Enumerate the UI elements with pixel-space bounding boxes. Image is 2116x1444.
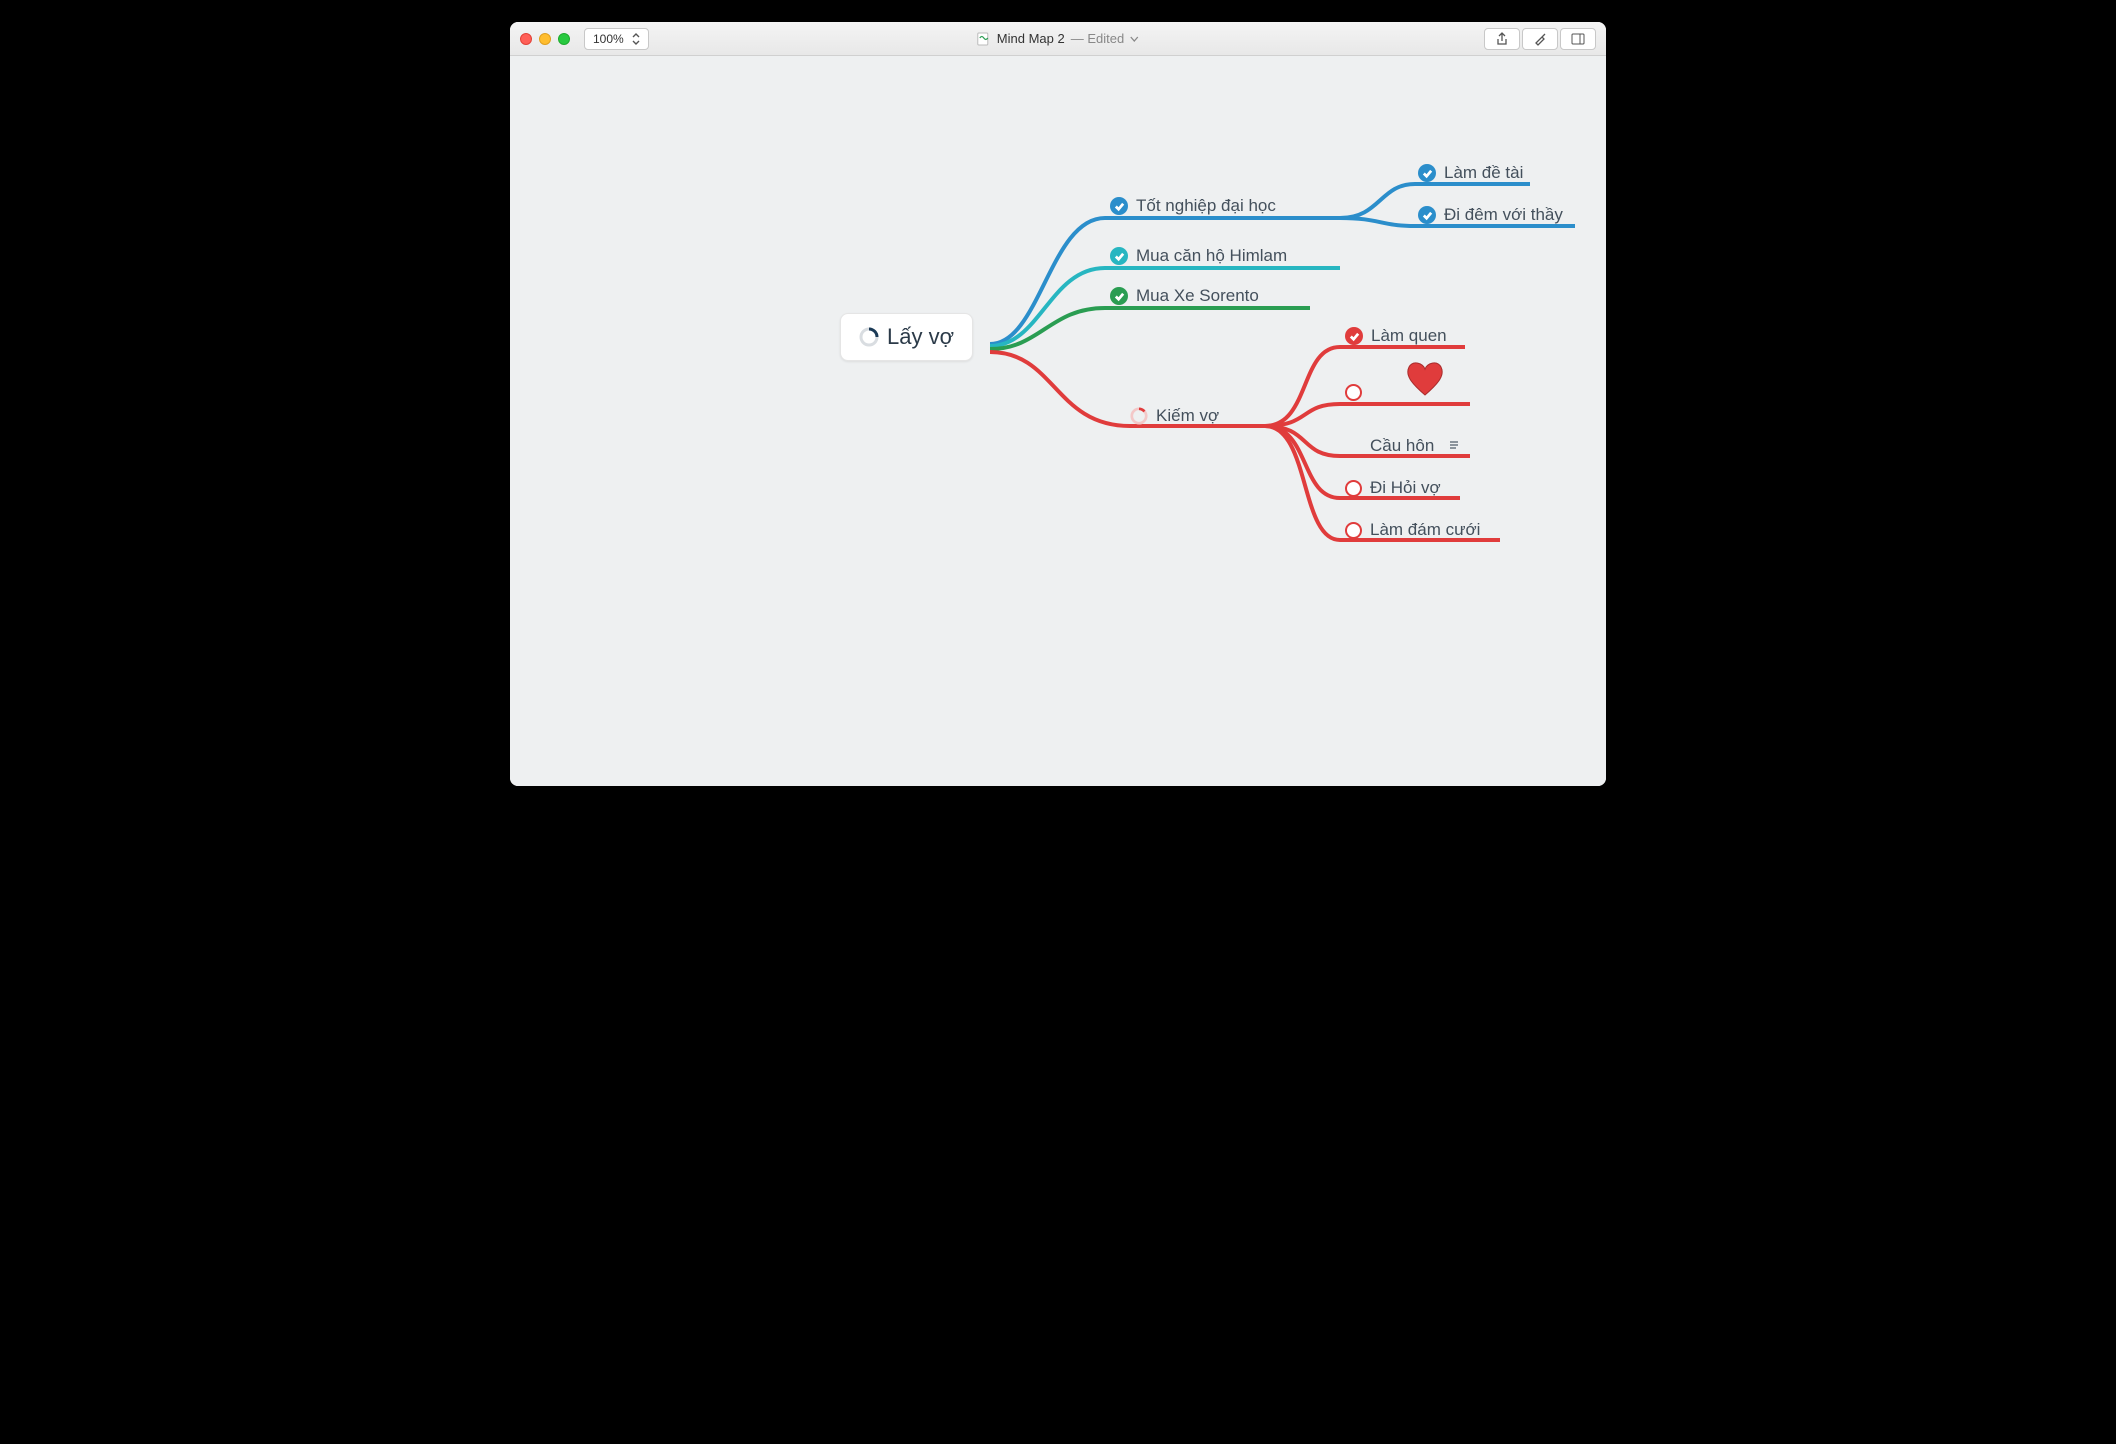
progress-icon xyxy=(859,327,879,347)
check-icon xyxy=(1110,197,1128,215)
toolbar-right xyxy=(1484,28,1596,50)
check-icon xyxy=(1345,327,1363,345)
minimize-button[interactable] xyxy=(539,33,551,45)
check-icon xyxy=(1418,164,1436,182)
paintbrush-icon xyxy=(1533,32,1547,46)
node-b4c5[interactable]: Làm đám cưới xyxy=(1345,520,1480,540)
node-label: Làm đám cưới xyxy=(1370,520,1480,540)
check-icon xyxy=(1110,287,1128,305)
ring-icon xyxy=(1345,480,1362,497)
ring-icon xyxy=(1345,384,1362,401)
title-text: Mind Map 2 xyxy=(997,31,1065,46)
node-label: Kiếm vợ xyxy=(1156,406,1219,426)
node-b2[interactable]: Mua căn hộ Himlam xyxy=(1110,246,1287,266)
node-b4[interactable]: Kiếm vợ xyxy=(1130,406,1219,426)
zoom-value: 100% xyxy=(593,32,624,46)
check-icon xyxy=(1110,247,1128,265)
node-b1[interactable]: Tốt nghiệp đại học xyxy=(1110,196,1276,216)
node-b3[interactable]: Mua Xe Sorento xyxy=(1110,286,1259,306)
node-label: Làm quen xyxy=(1371,326,1447,346)
style-button[interactable] xyxy=(1522,28,1558,50)
share-button[interactable] xyxy=(1484,28,1520,50)
node-label: Đi đêm với thầy xyxy=(1444,205,1563,225)
share-icon xyxy=(1495,32,1509,46)
document-icon xyxy=(977,32,991,46)
sidebar-icon xyxy=(1571,32,1585,46)
node-label: Mua Xe Sorento xyxy=(1136,286,1259,306)
zoom-select[interactable]: 100% xyxy=(584,28,649,50)
app-window: 100% Mind Map 2 — Edited xyxy=(510,22,1606,786)
heart-icon xyxy=(1405,361,1445,402)
node-label: Cầu hôn xyxy=(1370,436,1434,456)
node-b4c4[interactable]: Đi Hỏi vợ xyxy=(1345,478,1441,498)
node-b4c3[interactable]: Cầu hôn xyxy=(1345,436,1460,456)
chevron-down-icon[interactable] xyxy=(1130,36,1139,42)
mindmap-canvas[interactable]: Lấy vợ Tốt nghiệp đại học Làm đề tài Đi … xyxy=(510,56,1606,786)
ring-icon xyxy=(1345,522,1362,539)
maximize-button[interactable] xyxy=(558,33,570,45)
close-button[interactable] xyxy=(520,33,532,45)
root-label: Lấy vợ xyxy=(887,324,954,350)
note-icon xyxy=(1448,440,1460,452)
updown-icon xyxy=(632,33,640,45)
window-controls xyxy=(520,33,570,45)
progress-icon xyxy=(1130,407,1148,425)
node-label: Mua căn hộ Himlam xyxy=(1136,246,1287,266)
panel-button[interactable] xyxy=(1560,28,1596,50)
node-label: Làm đề tài xyxy=(1444,163,1523,183)
node-label: Đi Hỏi vợ xyxy=(1370,478,1441,498)
check-icon xyxy=(1418,206,1436,224)
titlebar: 100% Mind Map 2 — Edited xyxy=(510,22,1606,56)
node-b1c1[interactable]: Làm đề tài xyxy=(1418,163,1523,183)
node-label: Tốt nghiệp đại học xyxy=(1136,196,1276,216)
node-b1c2[interactable]: Đi đêm với thầy xyxy=(1418,205,1563,225)
node-b4c1[interactable]: Làm quen xyxy=(1345,326,1447,346)
root-node[interactable]: Lấy vợ xyxy=(840,313,973,361)
window-title: Mind Map 2 — Edited xyxy=(977,31,1139,46)
node-b4c2[interactable] xyxy=(1345,384,1370,401)
edited-status: — Edited xyxy=(1071,31,1125,46)
